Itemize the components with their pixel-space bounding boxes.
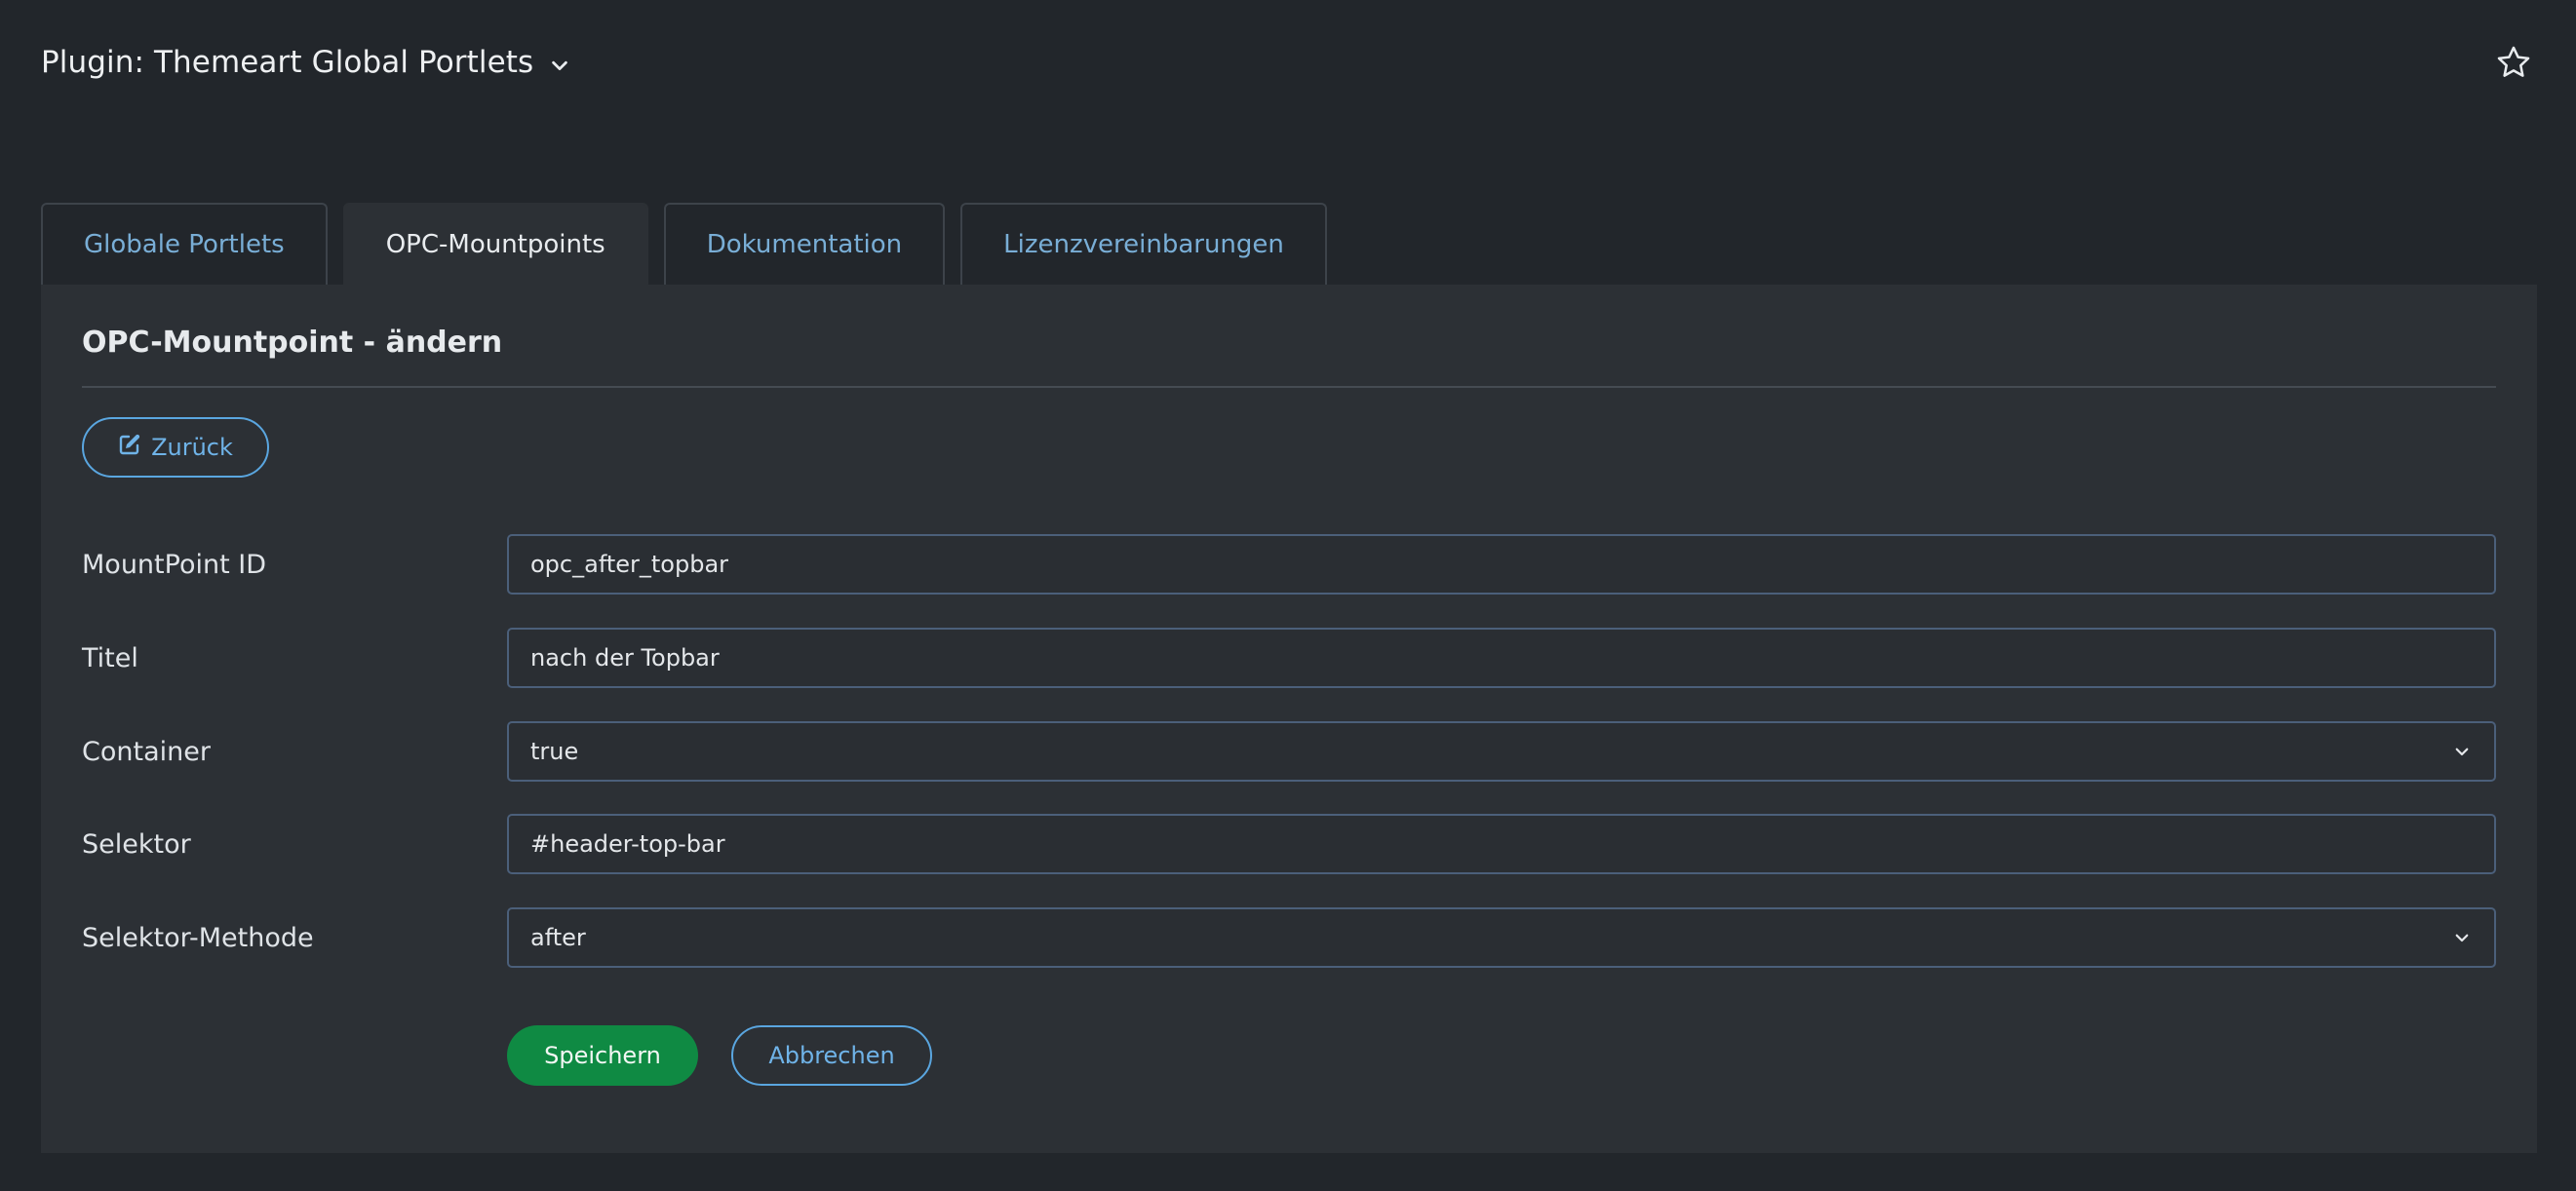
titel-label: Titel (82, 642, 138, 673)
selektor-methode-selected-value: after (530, 924, 586, 951)
mountpoint-id-label: MountPoint ID (82, 549, 266, 580)
tab-dokumentation[interactable]: Dokumentation (663, 203, 946, 285)
mountpoint-id-input[interactable] (507, 534, 2496, 595)
chevron-down-icon (2453, 928, 2473, 947)
back-button[interactable]: Zurück (82, 417, 269, 478)
back-button-label: Zurück (151, 434, 233, 461)
selektor-label: Selektor (82, 828, 191, 860)
container-label: Container (82, 736, 211, 767)
edit-icon (118, 433, 141, 462)
chevron-down-icon[interactable] (547, 53, 572, 78)
form-row-titel: Titel (82, 628, 2496, 688)
chevron-down-icon (2453, 742, 2473, 761)
form-row-container: Container true (82, 721, 2496, 782)
page-title: Plugin: Themeart Global Portlets (41, 45, 534, 80)
form-row-selektor-methode: Selektor-Methode after (82, 907, 2496, 968)
container-selected-value: true (530, 738, 579, 765)
star-icon[interactable] (2492, 41, 2535, 84)
cancel-button[interactable]: Abbrechen (731, 1025, 932, 1086)
form-row-mountpoint-id: MountPoint ID (82, 534, 2496, 595)
container-select[interactable]: true (507, 721, 2496, 782)
selektor-methode-select[interactable]: after (507, 907, 2496, 968)
selektor-methode-label: Selektor-Methode (82, 922, 314, 953)
form-row-selektor: Selektor (82, 814, 2496, 874)
tab-opc-mountpoints[interactable]: OPC-Mountpoints (342, 203, 648, 285)
selektor-input[interactable] (507, 814, 2496, 874)
divider (82, 386, 2496, 388)
content-panel: OPC-Mountpoint - ändern Zurück MountPoin… (41, 285, 2537, 1153)
plugin-title-dropdown[interactable]: Plugin: Themeart Global Portlets (41, 45, 572, 80)
save-button[interactable]: Speichern (507, 1025, 698, 1086)
tab-lizenzvereinbarungen[interactable]: Lizenzvereinbarungen (960, 203, 1327, 285)
tab-globale-portlets[interactable]: Globale Portlets (41, 203, 328, 285)
titel-input[interactable] (507, 628, 2496, 688)
page-header: Plugin: Themeart Global Portlets (41, 37, 2535, 88)
tab-bar: Globale Portlets OPC-Mountpoints Dokumen… (41, 203, 1327, 285)
panel-title: OPC-Mountpoint - ändern (82, 326, 503, 360)
